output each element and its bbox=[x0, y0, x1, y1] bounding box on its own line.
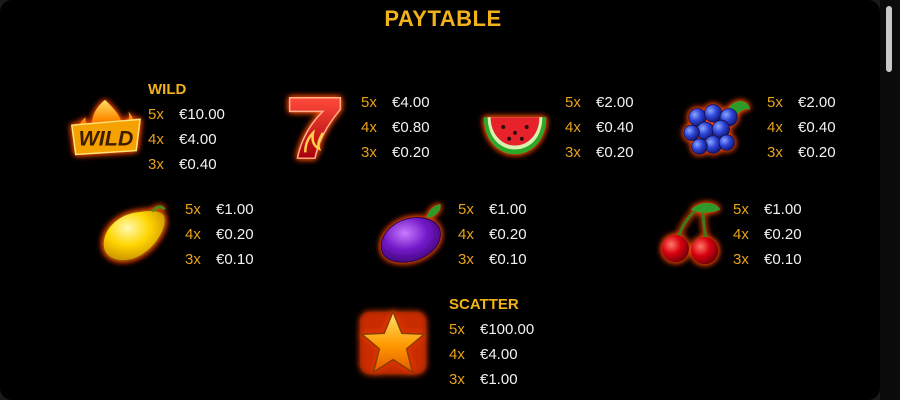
scatter-paytable: SCATTER 5x €100.00 4x €4.00 3x €1.00 bbox=[449, 292, 534, 392]
cherries-icon bbox=[652, 196, 730, 274]
multiplier: 4x bbox=[449, 346, 465, 363]
multiplier: 4x bbox=[185, 226, 201, 243]
paytable-title: PAYTABLE bbox=[384, 6, 502, 31]
multiplier: 5x bbox=[185, 201, 201, 218]
payout-value: €4.00 bbox=[179, 131, 217, 148]
pay-row: 5x €1.00 bbox=[733, 197, 802, 222]
star-scatter-icon bbox=[354, 304, 432, 382]
lemon-paytable: 5x €1.00 4x €0.20 3x €0.10 bbox=[185, 197, 254, 272]
pay-row: 3x €0.20 bbox=[565, 140, 634, 165]
pay-row: 5x €4.00 bbox=[361, 90, 430, 115]
multiplier: 5x bbox=[449, 321, 465, 338]
wild-flame-icon: WILD bbox=[66, 94, 144, 172]
payout-value: €0.20 bbox=[764, 226, 802, 243]
pay-row: 5x €2.00 bbox=[565, 90, 634, 115]
payout-value: €0.10 bbox=[489, 251, 527, 268]
pay-row: 5x €1.00 bbox=[185, 197, 254, 222]
pay-row: 3x €0.40 bbox=[148, 152, 225, 177]
cherries-paytable: 5x €1.00 4x €0.20 3x €0.10 bbox=[733, 197, 802, 272]
grapes-icon bbox=[678, 88, 756, 166]
pay-row: 3x €0.20 bbox=[361, 140, 430, 165]
pay-row: 4x €0.40 bbox=[565, 115, 634, 140]
payout-value: €1.00 bbox=[216, 201, 254, 218]
multiplier: 4x bbox=[565, 119, 581, 136]
multiplier: 5x bbox=[361, 94, 377, 111]
payout-value: €1.00 bbox=[489, 201, 527, 218]
multiplier: 4x bbox=[361, 119, 377, 136]
seven-icon bbox=[276, 88, 354, 166]
scrollbar-thumb[interactable] bbox=[886, 6, 892, 72]
paytable-panel: PAYTABLE WILD WILD 5x €10.00 4x €4.00 3x €0… bbox=[0, 0, 880, 400]
multiplier: 3x bbox=[185, 251, 201, 268]
pay-row: 3x €0.20 bbox=[767, 140, 836, 165]
pay-row: 4x €0.20 bbox=[458, 222, 527, 247]
payout-value: €0.40 bbox=[596, 119, 634, 136]
payout-value: €0.10 bbox=[216, 251, 254, 268]
plum-paytable: 5x €1.00 4x €0.20 3x €0.10 bbox=[458, 197, 527, 272]
payout-value: €1.00 bbox=[764, 201, 802, 218]
pay-row: 5x €1.00 bbox=[458, 197, 527, 222]
pay-row: 4x €0.40 bbox=[767, 115, 836, 140]
multiplier: 4x bbox=[458, 226, 474, 243]
pay-row: 4x €0.20 bbox=[733, 222, 802, 247]
payout-value: €0.10 bbox=[764, 251, 802, 268]
payout-value: €0.20 bbox=[489, 226, 527, 243]
payout-value: €1.00 bbox=[480, 371, 518, 388]
payout-value: €0.40 bbox=[179, 156, 217, 173]
multiplier: 3x bbox=[148, 156, 164, 173]
multiplier: 5x bbox=[148, 106, 164, 123]
pay-row: 4x €4.00 bbox=[449, 342, 534, 367]
pay-row: 5x €100.00 bbox=[449, 317, 534, 342]
pay-row: 3x €0.10 bbox=[185, 247, 254, 272]
pay-row: 4x €0.20 bbox=[185, 222, 254, 247]
pay-row: 5x €2.00 bbox=[767, 90, 836, 115]
payout-value: €0.20 bbox=[216, 226, 254, 243]
lemon-icon bbox=[94, 196, 172, 274]
payout-value: €0.20 bbox=[392, 144, 430, 161]
pay-row: 4x €0.80 bbox=[361, 115, 430, 140]
payout-value: €0.40 bbox=[798, 119, 836, 136]
payout-value: €4.00 bbox=[392, 94, 430, 111]
pay-row: 3x €0.10 bbox=[733, 247, 802, 272]
seven-paytable: 5x €4.00 4x €0.80 3x €0.20 bbox=[361, 90, 430, 165]
multiplier: 5x bbox=[565, 94, 581, 111]
payout-value: €0.80 bbox=[392, 119, 430, 136]
payout-value: €2.00 bbox=[798, 94, 836, 111]
multiplier: 3x bbox=[767, 144, 783, 161]
wild-paytable: WILD 5x €10.00 4x €4.00 3x €0.40 bbox=[148, 77, 225, 177]
watermelon-icon bbox=[476, 88, 554, 166]
payout-value: €0.20 bbox=[798, 144, 836, 161]
multiplier: 4x bbox=[767, 119, 783, 136]
multiplier: 3x bbox=[733, 251, 749, 268]
multiplier: 3x bbox=[458, 251, 474, 268]
multiplier: 4x bbox=[148, 131, 164, 148]
payout-value: €4.00 bbox=[480, 346, 518, 363]
multiplier: 4x bbox=[733, 226, 749, 243]
multiplier: 5x bbox=[767, 94, 783, 111]
multiplier: 5x bbox=[458, 201, 474, 218]
scrollbar[interactable] bbox=[880, 0, 900, 400]
watermelon-paytable: 5x €2.00 4x €0.40 3x €0.20 bbox=[565, 90, 634, 165]
multiplier: 3x bbox=[565, 144, 581, 161]
multiplier: 3x bbox=[361, 144, 377, 161]
wild-icon-text: WILD bbox=[79, 127, 134, 151]
pay-row: 3x €0.10 bbox=[458, 247, 527, 272]
pay-row: 4x €4.00 bbox=[148, 127, 225, 152]
payout-value: €0.20 bbox=[596, 144, 634, 161]
payout-value: €10.00 bbox=[179, 106, 225, 123]
payout-value: €100.00 bbox=[480, 321, 535, 338]
wild-label: WILD bbox=[148, 81, 187, 98]
pay-row: 5x €10.00 bbox=[148, 102, 225, 127]
grapes-paytable: 5x €2.00 4x €0.40 3x €0.20 bbox=[767, 90, 836, 165]
scatter-label: SCATTER bbox=[449, 296, 519, 313]
multiplier: 3x bbox=[449, 371, 465, 388]
plum-icon bbox=[372, 196, 450, 274]
pay-row: 3x €1.00 bbox=[449, 367, 534, 392]
multiplier: 5x bbox=[733, 201, 749, 218]
payout-value: €2.00 bbox=[596, 94, 634, 111]
